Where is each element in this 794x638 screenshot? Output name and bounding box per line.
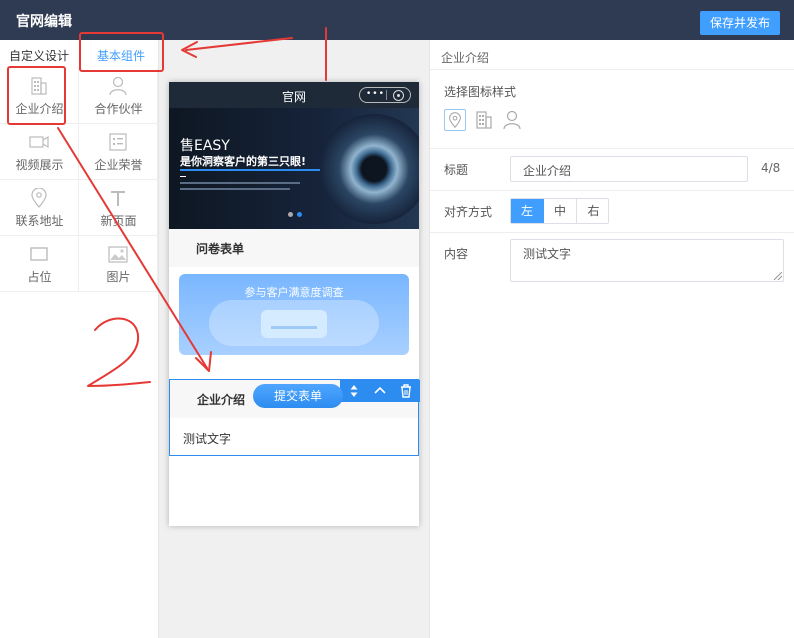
building-icon bbox=[31, 77, 47, 95]
tab-custom-design[interactable]: 自定义设计 bbox=[9, 47, 69, 64]
survey-section-title: 问卷表单 bbox=[196, 242, 245, 256]
capsule-menu: ••• bbox=[359, 87, 411, 103]
divider bbox=[430, 232, 794, 233]
divider bbox=[430, 148, 794, 149]
location-icon-option[interactable] bbox=[444, 109, 466, 131]
video-icon bbox=[29, 135, 49, 149]
divider bbox=[430, 190, 794, 191]
align-center-button[interactable]: 中 bbox=[544, 199, 577, 223]
component-company-intro[interactable]: 企业介绍 bbox=[0, 68, 79, 124]
component-image[interactable]: 图片 bbox=[79, 236, 158, 292]
sort-icon[interactable] bbox=[344, 382, 364, 400]
text-icon bbox=[111, 191, 125, 206]
content-textarea-value: 测试文字 bbox=[523, 247, 572, 261]
survey-submit-button[interactable]: 提交表单 bbox=[253, 384, 343, 408]
panel-breadcrumb: 企业介绍 bbox=[441, 51, 490, 65]
banner-headline: 售EASY bbox=[180, 138, 230, 154]
top-bar: 官网编辑 保存并发布 bbox=[0, 0, 794, 40]
component-label: 企业介绍 bbox=[15, 102, 64, 116]
component-address[interactable]: 联系地址 bbox=[0, 180, 79, 236]
component-sidebar: 自定义设计 基本组件 企业介绍 合作伙伴 视频展示 企业荣誉 联系地址 新页面 … bbox=[0, 40, 159, 638]
placeholder-icon bbox=[30, 247, 48, 261]
phone-nav-bar: 官网 ••• bbox=[169, 82, 419, 108]
banner-fine-print bbox=[180, 188, 290, 190]
component-new-page[interactable]: 新页面 bbox=[79, 180, 158, 236]
align-segmented-control: 左 中 右 bbox=[510, 198, 609, 224]
image-icon bbox=[108, 246, 128, 263]
app-title: 官网编辑 bbox=[16, 14, 72, 30]
component-video[interactable]: 视频展示 bbox=[0, 124, 79, 180]
title-label: 标题 bbox=[444, 163, 469, 177]
component-label: 视频展示 bbox=[15, 158, 64, 172]
banner-dash bbox=[180, 176, 186, 177]
sidebar-tabs: 自定义设计 基本组件 bbox=[0, 40, 159, 68]
component-label: 新页面 bbox=[100, 214, 137, 228]
component-placeholder[interactable]: 占位 bbox=[0, 236, 79, 292]
survey-illustration-line bbox=[271, 326, 317, 329]
icon-style-label: 选择图标样式 bbox=[444, 85, 517, 99]
phone-preview: 官网 ••• 售EASY 是你洞察客户的第三只眼! 问卷表单 参与客户满意度调查 bbox=[169, 82, 420, 526]
carousel-dot[interactable] bbox=[288, 212, 293, 217]
save-publish-button[interactable]: 保存并发布 bbox=[700, 11, 780, 35]
close-circle-icon bbox=[393, 90, 404, 101]
component-label: 合作伙伴 bbox=[94, 102, 143, 116]
content-label: 内容 bbox=[444, 247, 469, 261]
banner-underline bbox=[180, 169, 320, 171]
capsule-divider bbox=[386, 90, 387, 100]
eye-image bbox=[319, 114, 419, 224]
component-label: 占位 bbox=[27, 270, 52, 284]
trash-icon[interactable] bbox=[396, 382, 416, 400]
component-label: 图片 bbox=[106, 270, 131, 284]
user-icon bbox=[109, 76, 127, 96]
title-input-value: 企业介绍 bbox=[523, 164, 572, 178]
survey-card-title: 参与客户满意度调查 bbox=[244, 286, 344, 299]
company-intro-text: 测试文字 bbox=[183, 432, 232, 446]
content-textarea[interactable]: 测试文字 bbox=[510, 239, 784, 282]
tab-basic-components[interactable]: 基本组件 bbox=[97, 47, 145, 64]
map-pin-icon bbox=[31, 188, 47, 208]
banner-subheadline: 是你洞察客户的第三只眼! bbox=[180, 155, 307, 168]
survey-section-header[interactable]: 问卷表单 bbox=[169, 229, 419, 267]
move-up-icon[interactable] bbox=[370, 382, 390, 400]
component-label: 联系地址 bbox=[15, 214, 64, 228]
align-left-button[interactable]: 左 bbox=[511, 199, 544, 223]
align-label: 对齐方式 bbox=[444, 205, 493, 219]
more-icon: ••• bbox=[366, 89, 385, 99]
properties-panel: 企业介绍 选择图标样式 标题 企业介绍 4/8 对齐方式 左 中 右 内容 测试… bbox=[429, 40, 794, 638]
title-input[interactable]: 企业介绍 bbox=[510, 156, 748, 182]
user-icon-option[interactable] bbox=[501, 109, 523, 131]
building-icon-option[interactable] bbox=[473, 109, 495, 131]
component-label: 企业荣誉 bbox=[94, 158, 143, 172]
resize-handle[interactable] bbox=[774, 272, 782, 280]
carousel-dot-active[interactable] bbox=[297, 212, 302, 217]
block-toolbar bbox=[340, 380, 420, 402]
align-right-button[interactable]: 右 bbox=[577, 199, 610, 223]
component-honors[interactable]: 企业荣誉 bbox=[79, 124, 158, 180]
survey-illustration-box bbox=[261, 310, 327, 338]
survey-card[interactable]: 参与客户满意度调查 bbox=[179, 274, 409, 355]
company-intro-title: 企业介绍 bbox=[197, 393, 246, 407]
list-icon bbox=[109, 133, 127, 151]
title-char-counter: 4/8 bbox=[761, 161, 781, 175]
banner-carousel[interactable]: 售EASY 是你洞察客户的第三只眼! bbox=[169, 108, 419, 229]
panel-header: 企业介绍 bbox=[430, 40, 794, 70]
banner-fine-print bbox=[180, 182, 300, 184]
preview-canvas: 官网 ••• 售EASY 是你洞察客户的第三只眼! 问卷表单 参与客户满意度调查 bbox=[159, 40, 429, 638]
component-partners[interactable]: 合作伙伴 bbox=[79, 68, 158, 124]
